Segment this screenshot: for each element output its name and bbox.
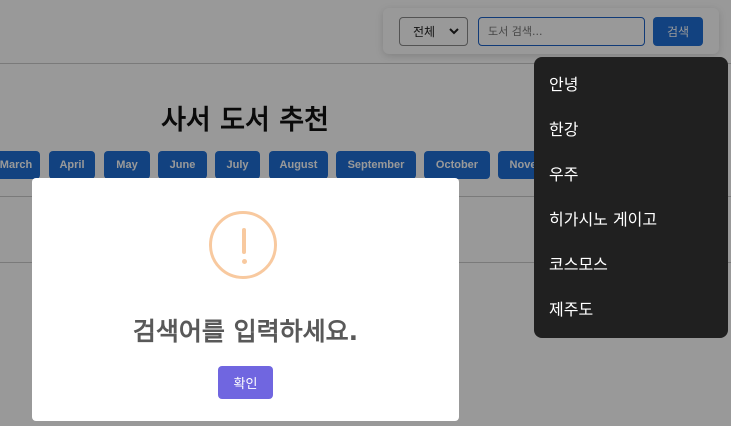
suggestion-item[interactable]: 우주: [534, 152, 728, 197]
confirm-button[interactable]: 확인: [218, 366, 273, 399]
suggestion-item[interactable]: 히가시노 게이고: [534, 197, 728, 242]
warning-icon: [209, 211, 277, 279]
suggestion-item[interactable]: 한강: [534, 107, 728, 152]
alert-dialog: 검색어를 입력하세요. 확인: [32, 178, 459, 421]
suggestion-item[interactable]: 코스모스: [534, 242, 728, 287]
search-suggestions: 안녕 한강 우주 히가시노 게이고 코스모스 제주도: [534, 57, 728, 338]
alert-message: 검색어를 입력하세요.: [132, 317, 359, 346]
suggestion-item[interactable]: 안녕: [534, 62, 728, 107]
suggestion-item[interactable]: 제주도: [534, 287, 728, 332]
